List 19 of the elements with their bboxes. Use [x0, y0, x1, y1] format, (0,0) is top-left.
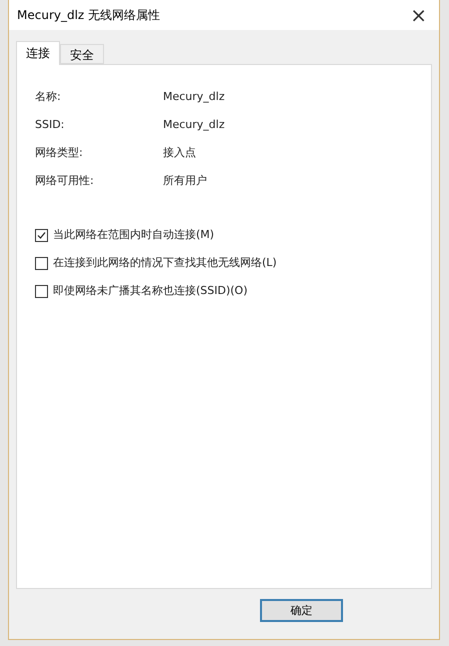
property-value: 接入点	[163, 145, 197, 161]
close-button[interactable]: ×	[406, 3, 431, 27]
ok-button[interactable]: 确定	[260, 599, 343, 622]
property-label: 名称:	[35, 89, 62, 105]
checkbox[interactable]	[35, 256, 48, 270]
checkbox[interactable]	[35, 284, 48, 298]
property-label: 网络可用性:	[35, 173, 95, 189]
property-value: 所有用户	[163, 173, 208, 189]
checkbox-label: 当此网络在范围内时自动连接(M)	[53, 227, 214, 243]
property-value: Mecury_dlz	[163, 117, 226, 133]
property-value: Mecury_dlz	[163, 89, 226, 105]
checkbox-label: 即使网络未广播其名称也连接(SSID)(O)	[53, 283, 248, 299]
tab[interactable]: 连接	[16, 41, 60, 65]
checkbox-label: 在连接到此网络的情况下查找其他无线网络(L)	[53, 255, 277, 271]
property-label: 网络类型:	[35, 145, 84, 161]
tab[interactable]: 安全	[60, 44, 104, 64]
property-label: SSID:	[35, 117, 66, 133]
checkbox[interactable]	[35, 228, 48, 242]
window-title: Mecury_dlz 无线网络属性	[17, 6, 160, 24]
